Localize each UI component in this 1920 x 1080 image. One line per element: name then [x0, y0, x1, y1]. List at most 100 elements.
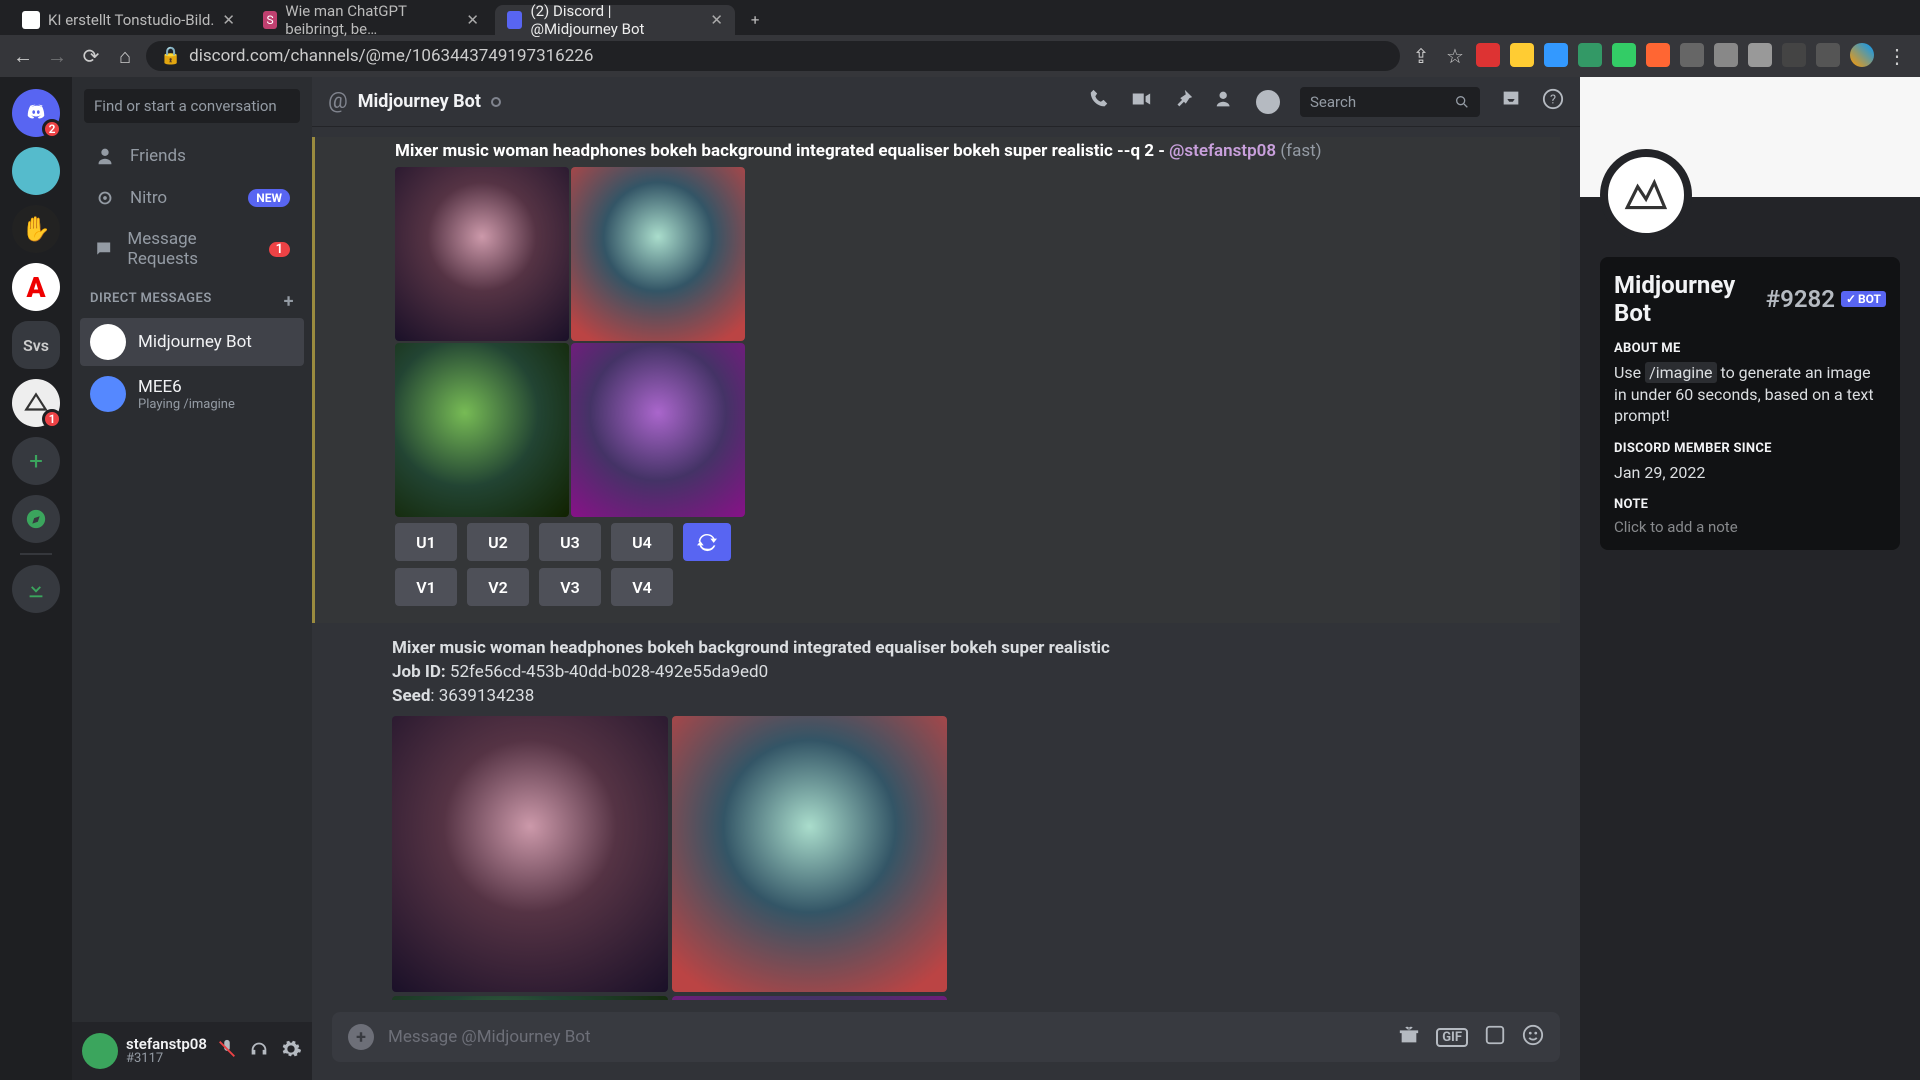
url-input[interactable]: 🔒 discord.com/channels/@me/1063443749197…	[146, 41, 1400, 71]
svg-text:?: ?	[1550, 93, 1556, 108]
close-icon[interactable]: ✕	[466, 11, 479, 29]
message-input[interactable]: + Message @Midjourney Bot GIF	[332, 1012, 1560, 1062]
emoji-icon[interactable]	[1522, 1024, 1544, 1051]
v4-button[interactable]: V4	[611, 568, 673, 606]
guild-item[interactable]: ✋	[12, 205, 60, 253]
extension-icon[interactable]	[1680, 43, 1704, 67]
mute-mic-icon[interactable]	[216, 1038, 238, 1065]
guild-rail: 2 ✋ A Svs 1 +	[0, 77, 72, 1080]
add-friend-icon[interactable]	[1214, 88, 1236, 115]
generated-image[interactable]	[392, 996, 668, 1000]
u1-button[interactable]: U1	[395, 523, 457, 561]
extension-icon[interactable]	[1646, 43, 1670, 67]
guild-item[interactable]: Svs	[12, 321, 60, 369]
image-grid[interactable]	[395, 167, 745, 517]
reroll-button[interactable]	[683, 523, 731, 561]
extension-icon[interactable]	[1578, 43, 1602, 67]
help-icon[interactable]: ?	[1542, 88, 1564, 115]
puzzle-icon[interactable]	[1782, 43, 1806, 67]
generated-image[interactable]	[672, 716, 948, 992]
inbox-icon[interactable]	[1500, 88, 1522, 115]
explore-button[interactable]	[12, 495, 60, 543]
v3-button[interactable]: V3	[539, 568, 601, 606]
profile-avatar[interactable]	[1600, 149, 1692, 241]
browser-tab-1[interactable]: S Wie man ChatGPT beibringt, be… ✕	[251, 5, 491, 35]
message-requests-tab[interactable]: Message Requests 1	[80, 221, 304, 277]
user-mention[interactable]: @stefanstp08	[1169, 141, 1276, 161]
extension-icon[interactable]	[1476, 43, 1500, 67]
profile-avatar[interactable]	[1850, 43, 1874, 67]
back-button[interactable]: ←	[10, 43, 36, 69]
extension-icon[interactable]	[1612, 43, 1636, 67]
sticker-icon[interactable]	[1484, 1024, 1506, 1051]
v1-button[interactable]: V1	[395, 568, 457, 606]
reload-button[interactable]: ⟳	[78, 43, 104, 69]
mention-badge: 1	[42, 409, 62, 429]
headphones-icon[interactable]	[248, 1038, 270, 1065]
guild-item[interactable]: A	[12, 263, 60, 311]
generated-image[interactable]	[392, 716, 668, 992]
guild-item[interactable]: 1	[12, 379, 60, 427]
prompt-text: Mixer music woman headphones bokeh backg…	[395, 141, 1560, 161]
u3-button[interactable]: U3	[539, 523, 601, 561]
add-server-button[interactable]: +	[12, 437, 60, 485]
close-icon[interactable]: ✕	[222, 11, 235, 29]
attach-button[interactable]: +	[348, 1024, 374, 1050]
tab-title: (2) Discord | @Midjourney Bot	[530, 2, 702, 38]
image-grid-large[interactable]	[392, 716, 947, 1000]
u2-button[interactable]: U2	[467, 523, 529, 561]
generated-image[interactable]	[395, 343, 569, 517]
gift-icon[interactable]	[1398, 1024, 1420, 1051]
note-input[interactable]: Click to add a note	[1614, 518, 1886, 536]
generated-image[interactable]	[571, 343, 745, 517]
bookmark-icon[interactable]: ☆	[1442, 43, 1468, 69]
settings-icon[interactable]	[280, 1038, 302, 1065]
forward-button[interactable]: →	[44, 43, 70, 69]
extension-icon[interactable]	[1510, 43, 1534, 67]
at-icon: @	[328, 89, 348, 114]
new-tab-button[interactable]: +	[739, 5, 769, 35]
extension-icon[interactable]	[1714, 43, 1738, 67]
extension-icon[interactable]	[1544, 43, 1568, 67]
pin-icon[interactable]	[1172, 88, 1194, 115]
friends-tab[interactable]: Friends	[80, 137, 304, 175]
search-conversation-input[interactable]: Find or start a conversation	[84, 89, 300, 123]
v2-button[interactable]: V2	[467, 568, 529, 606]
input-placeholder: Message @Midjourney Bot	[388, 1027, 1384, 1047]
job-id-line: Job ID: 52fe56cd-453b-40dd-b028-492e55da…	[392, 661, 1560, 685]
generated-image[interactable]	[672, 996, 948, 1000]
sidepanel-icon[interactable]	[1816, 43, 1840, 67]
video-call-icon[interactable]	[1130, 88, 1152, 115]
share-icon[interactable]: ⇪	[1408, 43, 1434, 69]
browser-tab-0[interactable]: KI erstellt Tonstudio-Bild. ✕	[10, 5, 247, 35]
bot-badge: ✓ BOT	[1841, 291, 1886, 307]
extension-icons: ⋮	[1476, 43, 1910, 69]
guild-item[interactable]	[12, 147, 60, 195]
extension-icon[interactable]	[1748, 43, 1772, 67]
message-list[interactable]: Mixer music woman headphones bokeh backg…	[312, 127, 1580, 1000]
self-avatar[interactable]	[82, 1033, 118, 1069]
browser-tab-2[interactable]: (2) Discord | @Midjourney Bot ✕	[495, 5, 735, 35]
gif-button[interactable]: GIF	[1436, 1028, 1468, 1047]
voice-call-icon[interactable]	[1088, 88, 1110, 115]
close-icon[interactable]: ✕	[710, 11, 723, 29]
seed-line: Seed: 3639134238	[392, 685, 1560, 709]
generated-image[interactable]	[395, 167, 569, 341]
discord-home-button[interactable]: 2	[12, 89, 60, 137]
address-bar: ← → ⟳ ⌂ 🔒 discord.com/channels/@me/10634…	[0, 35, 1920, 77]
embed-title: Mixer music woman headphones bokeh backg…	[392, 637, 1560, 661]
u4-button[interactable]: U4	[611, 523, 673, 561]
note-header: NOTE	[1614, 497, 1886, 512]
nitro-tab[interactable]: Nitro NEW	[80, 179, 304, 217]
create-dm-button[interactable]: +	[284, 291, 294, 312]
profile-icon[interactable]	[1256, 90, 1280, 114]
download-button[interactable]	[12, 565, 60, 613]
about-text: Use /imagine to generate an image in und…	[1614, 362, 1886, 427]
search-input[interactable]: Search	[1300, 87, 1480, 117]
menu-icon[interactable]: ⋮	[1884, 43, 1910, 69]
generated-image[interactable]	[571, 167, 745, 341]
message: Mixer music woman headphones bokeh backg…	[312, 137, 1560, 623]
home-button[interactable]: ⌂	[112, 43, 138, 69]
dm-item-midjourney[interactable]: Midjourney Bot	[80, 318, 304, 366]
dm-item-mee6[interactable]: MEE6 Playing /imagine	[80, 370, 304, 418]
